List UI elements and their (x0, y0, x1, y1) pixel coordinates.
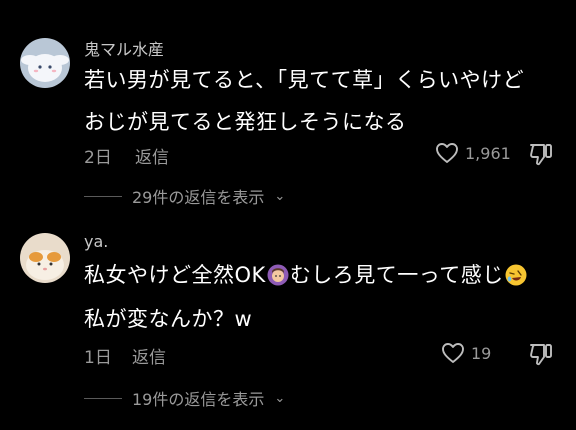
rolling-on-floor-laughing-emoji (505, 264, 527, 286)
comment-text-line-2: おじが見てると発狂しそうになる (84, 110, 407, 134)
dislike-icon[interactable] (528, 341, 554, 371)
chevron-down-icon: ⌄ (274, 188, 286, 204)
like-button[interactable]: 1,961 (435, 142, 511, 164)
comment-text-part-1: 私女やけど全然OK (84, 263, 266, 287)
cinnamoroll-avatar-icon[interactable] (20, 38, 70, 88)
divider-line (84, 195, 122, 197)
comment-text-line-1: 私女やけど全然OK むしろ見て一って感じ (84, 259, 528, 289)
dislike-icon[interactable] (528, 141, 554, 171)
comment-date: 1日 (84, 348, 112, 368)
view-replies-button[interactable]: 19件の返信を表示 ⌄ (84, 386, 285, 410)
heart-icon (441, 342, 465, 364)
username[interactable]: 鬼マル水産 (84, 36, 164, 60)
divider-line (84, 397, 122, 399)
view-replies-label: 19件の返信を表示 (132, 390, 265, 409)
chevron-down-icon: ⌄ (274, 390, 286, 406)
woman-gesturing-ok-emoji (267, 264, 289, 286)
comment-date: 2日 (84, 148, 112, 168)
comment-text-line-2: 私が変なんか？w (84, 307, 253, 331)
cat-avatar-icon[interactable] (20, 233, 70, 283)
username[interactable]: ya. (84, 232, 108, 251)
like-count: 1,961 (465, 143, 511, 163)
reply-button[interactable]: 返信 (132, 343, 166, 368)
comment-text-part-2: むしろ見て一って感じ (289, 263, 504, 287)
like-button[interactable]: 19 (441, 342, 491, 364)
heart-icon (435, 142, 459, 164)
view-replies-label: 29件の返信を表示 (132, 188, 265, 207)
like-count: 19 (471, 343, 492, 363)
view-replies-button[interactable]: 29件の返信を表示 ⌄ (84, 184, 285, 208)
reply-button[interactable]: 返信 (135, 143, 169, 168)
comment-text-line-1: 若い男が見てると、「見てて草」くらいやけど (84, 68, 525, 92)
